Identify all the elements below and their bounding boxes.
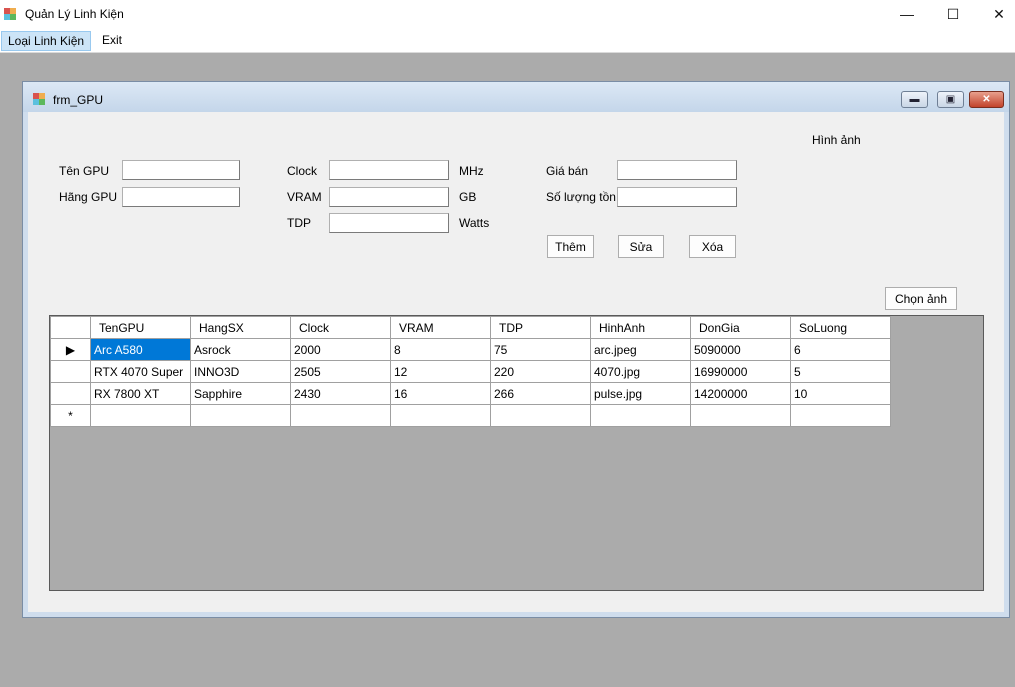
child-close-button[interactable]: ✕ bbox=[969, 91, 1004, 108]
table-cell[interactable]: 8 bbox=[390, 338, 491, 361]
table-cell[interactable]: 2505 bbox=[290, 360, 391, 383]
close-icon: ✕ bbox=[993, 5, 1005, 22]
vram-unit: GB bbox=[459, 190, 477, 204]
table-cell[interactable]: Asrock bbox=[190, 338, 291, 361]
table-cell[interactable]: 16990000 bbox=[690, 360, 791, 383]
table-cell[interactable]: 10 bbox=[790, 382, 891, 405]
menu-loai-linh-kien[interactable]: Loại Linh Kiện bbox=[1, 31, 92, 51]
table-row[interactable]: ▶ Arc A580 Asrock 2000 8 75 arc.jpeg 509… bbox=[50, 338, 891, 361]
table-cell[interactable]: Sapphire bbox=[190, 382, 291, 405]
restore-icon: ▣ bbox=[945, 94, 956, 105]
hang-gpu-input[interactable] bbox=[122, 187, 240, 207]
table-cell[interactable] bbox=[390, 404, 491, 427]
table-cell[interactable]: INNO3D bbox=[190, 360, 291, 383]
table-cell[interactable] bbox=[690, 404, 791, 427]
row-header[interactable] bbox=[50, 382, 91, 405]
minimize-button[interactable]: — bbox=[884, 0, 930, 28]
table-cell[interactable]: 5090000 bbox=[690, 338, 791, 361]
tdp-label: TDP bbox=[287, 216, 311, 230]
child-title: frm_GPU bbox=[53, 93, 104, 107]
close-button[interactable]: ✕ bbox=[976, 0, 1015, 28]
hang-gpu-label: Hãng GPU bbox=[59, 190, 118, 204]
tdp-input[interactable] bbox=[329, 213, 449, 233]
table-cell[interactable]: 75 bbox=[490, 338, 591, 361]
table-cell[interactable]: 2430 bbox=[290, 382, 391, 405]
child-titlebar: frm_GPU ▬ ▣ ✕ bbox=[23, 82, 1009, 112]
ten-gpu-label: Tên GPU bbox=[59, 164, 110, 178]
tdp-unit: Watts bbox=[459, 216, 490, 230]
gia-ban-input[interactable] bbox=[617, 160, 737, 180]
column-header[interactable]: SoLuong bbox=[790, 316, 891, 339]
column-header[interactable]: VRAM bbox=[390, 316, 491, 339]
new-row[interactable]: * bbox=[50, 404, 891, 427]
gia-ban-label: Giá bán bbox=[546, 164, 589, 178]
xoa-button[interactable]: Xóa bbox=[689, 235, 736, 258]
column-header[interactable]: TDP bbox=[490, 316, 591, 339]
column-header[interactable]: HangSX bbox=[190, 316, 291, 339]
row-header[interactable] bbox=[50, 360, 91, 383]
table-row[interactable]: RX 7800 XT Sapphire 2430 16 266 pulse.jp… bbox=[50, 382, 891, 405]
ten-gpu-input[interactable] bbox=[122, 160, 240, 180]
minimize-icon: ▬ bbox=[909, 94, 920, 105]
table-cell[interactable] bbox=[590, 404, 691, 427]
form-icon bbox=[33, 93, 45, 105]
child-restore-button[interactable]: ▣ bbox=[937, 91, 964, 108]
app-icon bbox=[4, 8, 16, 20]
table-cell[interactable]: 14200000 bbox=[690, 382, 791, 405]
child-minimize-button[interactable]: ▬ bbox=[901, 91, 928, 108]
vram-input[interactable] bbox=[329, 187, 449, 207]
table-cell[interactable]: 266 bbox=[490, 382, 591, 405]
table-cell[interactable]: 16 bbox=[390, 382, 491, 405]
clock-label: Clock bbox=[287, 164, 318, 178]
clock-input[interactable] bbox=[329, 160, 449, 180]
column-header[interactable]: TenGPU bbox=[90, 316, 191, 339]
table-cell[interactable]: 5 bbox=[790, 360, 891, 383]
table-cell[interactable]: 2000 bbox=[290, 338, 391, 361]
table-cell[interactable] bbox=[790, 404, 891, 427]
them-button[interactable]: Thêm bbox=[547, 235, 594, 258]
column-header[interactable]: Clock bbox=[290, 316, 391, 339]
table-cell[interactable] bbox=[90, 404, 191, 427]
gpu-data-grid[interactable]: TenGPU HangSX Clock VRAM TDP HinhAnh Don… bbox=[49, 315, 984, 591]
maximize-button[interactable]: ☐ bbox=[930, 0, 976, 28]
table-cell[interactable] bbox=[190, 404, 291, 427]
menu-bar: Loại Linh Kiện Exit bbox=[0, 28, 1015, 53]
table-cell[interactable]: 12 bbox=[390, 360, 491, 383]
table-cell[interactable]: pulse.jpg bbox=[590, 382, 691, 405]
table-row[interactable]: RTX 4070 Super INNO3D 2505 12 220 4070.j… bbox=[50, 360, 891, 383]
table-cell[interactable]: 6 bbox=[790, 338, 891, 361]
gpu-table: TenGPU HangSX Clock VRAM TDP HinhAnh Don… bbox=[50, 316, 891, 427]
hinh-anh-label: Hình ảnh bbox=[812, 133, 861, 147]
current-row-indicator[interactable]: ▶ bbox=[50, 338, 91, 361]
clock-unit: MHz bbox=[459, 164, 484, 178]
menu-exit[interactable]: Exit bbox=[96, 31, 128, 51]
column-header[interactable]: DonGia bbox=[690, 316, 791, 339]
grid-corner bbox=[50, 316, 91, 339]
table-cell[interactable] bbox=[290, 404, 391, 427]
minimize-icon: — bbox=[900, 6, 914, 22]
app-titlebar: Quản Lý Linh Kiện — ☐ ✕ bbox=[0, 0, 1015, 28]
vram-label: VRAM bbox=[287, 190, 322, 204]
table-cell[interactable]: 220 bbox=[490, 360, 591, 383]
table-cell[interactable]: Arc A580 bbox=[90, 338, 191, 361]
table-cell[interactable]: arc.jpeg bbox=[590, 338, 691, 361]
so-luong-input[interactable] bbox=[617, 187, 737, 207]
maximize-icon: ☐ bbox=[946, 5, 960, 22]
close-icon: ✕ bbox=[982, 94, 991, 105]
window-title: Quản Lý Linh Kiện bbox=[25, 7, 124, 21]
new-row-indicator[interactable]: * bbox=[50, 404, 91, 427]
column-header[interactable]: HinhAnh bbox=[590, 316, 691, 339]
grid-header-row: TenGPU HangSX Clock VRAM TDP HinhAnh Don… bbox=[50, 316, 891, 339]
so-luong-label: Số lượng tồn bbox=[546, 190, 616, 204]
table-cell[interactable] bbox=[490, 404, 591, 427]
sua-button[interactable]: Sửa bbox=[618, 235, 664, 258]
table-cell[interactable]: RX 7800 XT bbox=[90, 382, 191, 405]
table-cell[interactable]: RTX 4070 Super bbox=[90, 360, 191, 383]
table-cell[interactable]: 4070.jpg bbox=[590, 360, 691, 383]
chon-anh-button[interactable]: Chọn ảnh bbox=[885, 287, 957, 310]
